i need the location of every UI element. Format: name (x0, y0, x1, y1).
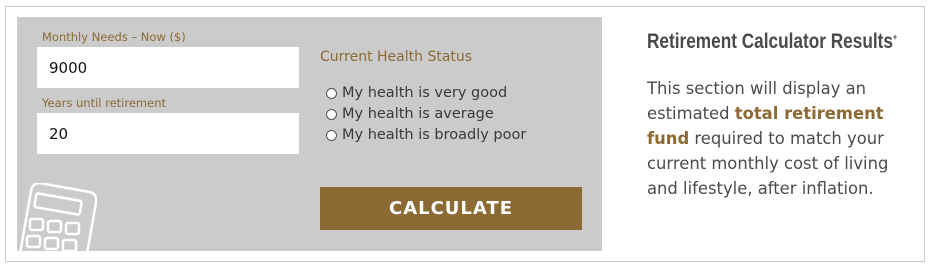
calculate-button[interactable]: CALCULATE (320, 187, 582, 230)
health-option-very-good[interactable]: My health is very good (326, 83, 507, 103)
results-title-mark: + (892, 32, 898, 42)
calculator-icon (18, 183, 97, 251)
health-option-broadly-poor[interactable]: My health is broadly poor (326, 125, 526, 145)
health-status-title: Current Health Status (320, 49, 473, 65)
monthly-needs-input[interactable] (37, 47, 299, 88)
radio-circle-icon[interactable] (326, 108, 337, 120)
results-description: This section will display an estimated t… (647, 76, 907, 201)
monthly-needs-label: Monthly Needs – Now ($) (42, 30, 186, 44)
health-option-label: My health is very good (342, 85, 508, 101)
results-section: Retirement Calculator Results+ This sect… (647, 30, 907, 201)
health-option-label: My health is broadly poor (342, 127, 527, 143)
radio-circle-icon[interactable] (326, 87, 337, 99)
calculator-input-panel: Monthly Needs – Now ($) Years until reti… (17, 17, 602, 251)
results-title: Retirement Calculator Results+ (647, 30, 897, 54)
years-until-retirement-input[interactable] (37, 113, 299, 154)
radio-circle-icon[interactable] (326, 129, 337, 141)
health-option-average[interactable]: My health is average (326, 104, 494, 124)
results-title-text: Retirement Calculator Results (647, 30, 893, 53)
years-until-retirement-label: Years until retirement (42, 96, 167, 110)
health-option-label: My health is average (342, 106, 494, 122)
